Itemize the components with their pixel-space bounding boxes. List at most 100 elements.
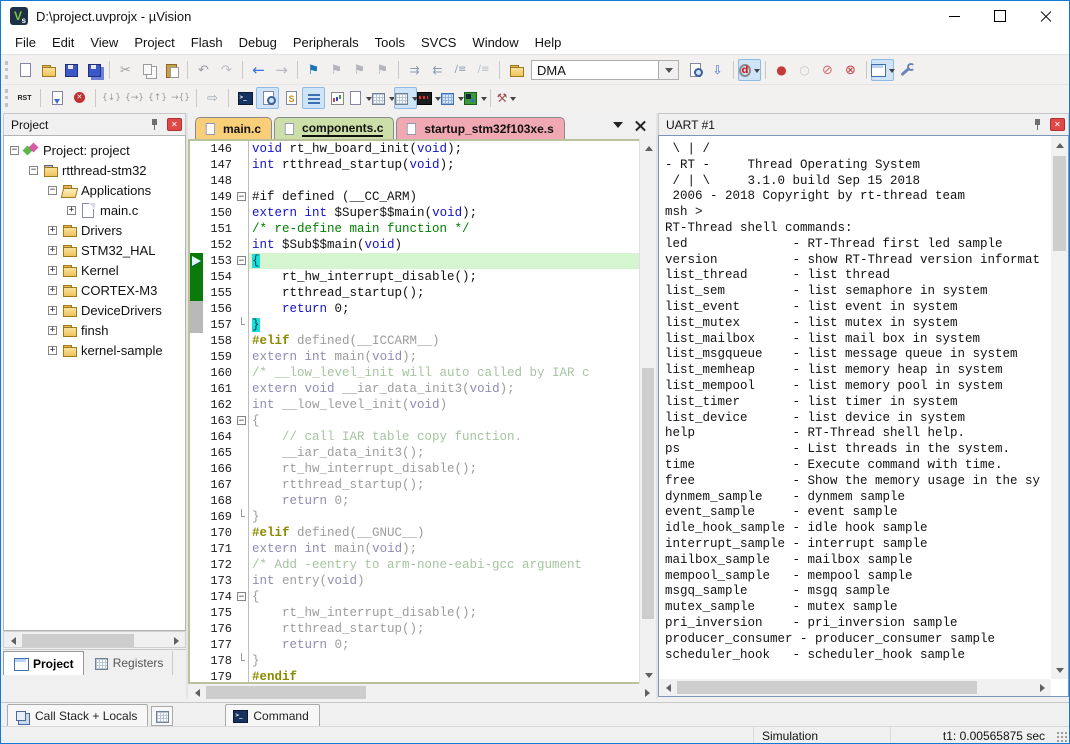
serial-window-button[interactable]	[302, 87, 325, 109]
system-viewer-button[interactable]	[440, 87, 463, 109]
minimize-button[interactable]	[931, 1, 977, 31]
toolbar-grip[interactable]	[5, 89, 8, 107]
disable-all-breakpoints-button[interactable]: ⊘	[816, 59, 839, 81]
breakpoint-margin[interactable]	[190, 413, 203, 429]
editor-hscrollbar[interactable]	[188, 684, 656, 701]
toolbar-grip[interactable]	[5, 61, 8, 79]
highlight-word-button[interactable]: d	[738, 59, 761, 81]
breakpoint-margin[interactable]	[190, 285, 203, 301]
expand-icon[interactable]: +	[67, 206, 76, 215]
open-file-button[interactable]	[36, 59, 59, 81]
tab-list-dropdown-icon[interactable]	[613, 122, 623, 133]
bookmark-toggle-button[interactable]: ⚑	[302, 59, 325, 81]
tree-item-stm32-hal[interactable]: +STM32_HAL	[4, 240, 185, 260]
breakpoint-margin[interactable]	[190, 269, 203, 285]
tab-call-stack-locals[interactable]: Call Stack + Locals	[7, 704, 148, 726]
unindent-button[interactable]: ⇇	[426, 59, 449, 81]
navigate-back-button[interactable]: ←	[247, 59, 270, 81]
breakpoint-margin[interactable]	[190, 509, 203, 525]
undo-button[interactable]: ↶	[192, 59, 215, 81]
search-combobox[interactable]: DMA	[531, 60, 679, 80]
bookmark-previous-button[interactable]: ⚑	[325, 59, 348, 81]
fold-margin[interactable]	[236, 445, 249, 461]
breakpoint-margin[interactable]	[190, 525, 203, 541]
tree-item-applications[interactable]: −Applications	[4, 180, 185, 200]
menu-window[interactable]: Window	[464, 32, 526, 53]
breakpoint-margin[interactable]	[190, 317, 203, 333]
breakpoint-margin[interactable]	[190, 221, 203, 237]
breakpoint-margin[interactable]	[190, 445, 203, 461]
fold-collapse-icon[interactable]: −	[237, 256, 246, 265]
tree-item-finsh[interactable]: +finsh	[4, 320, 185, 340]
breakpoint-margin[interactable]	[190, 621, 203, 637]
fold-margin[interactable]	[236, 525, 249, 541]
project-close-button[interactable]	[167, 118, 182, 131]
document-tab-main-c[interactable]: main.c	[195, 117, 272, 139]
bookmark-clear-all-button[interactable]: ⚑	[371, 59, 394, 81]
collapse-icon[interactable]: −	[48, 186, 57, 195]
disassembly-window-button[interactable]	[256, 87, 279, 109]
fold-margin[interactable]: −	[236, 189, 249, 205]
fold-margin[interactable]	[236, 269, 249, 285]
pin-icon[interactable]	[147, 117, 163, 133]
panel-tab-project[interactable]: Project	[3, 651, 84, 675]
menu-help[interactable]: Help	[527, 32, 570, 53]
breakpoint-margin[interactable]	[190, 157, 203, 173]
insert-remove-breakpoint-button[interactable]: ●	[770, 59, 793, 81]
run-button[interactable]	[45, 87, 68, 109]
breakpoint-margin[interactable]	[190, 381, 203, 397]
project-hscrollbar[interactable]	[3, 631, 186, 648]
bookmark-next-button[interactable]: ⚑	[348, 59, 371, 81]
fold-collapse-icon[interactable]: −	[237, 592, 246, 601]
step-button[interactable]: {↓}	[100, 87, 123, 109]
tree-item-drivers[interactable]: +Drivers	[4, 220, 185, 240]
run-to-cursor-button[interactable]: →{}	[169, 87, 192, 109]
breakpoint-margin[interactable]	[190, 573, 203, 589]
breakpoint-margin[interactable]	[190, 557, 203, 573]
fold-margin[interactable]	[236, 541, 249, 557]
breakpoint-margin[interactable]	[190, 669, 203, 684]
uart-vscrollbar[interactable]	[1051, 136, 1068, 679]
fold-margin[interactable]	[236, 429, 249, 445]
tree-item-devicedrivers[interactable]: +DeviceDrivers	[4, 300, 185, 320]
find-in-files-button[interactable]	[504, 59, 527, 81]
code-editor[interactable]: 146void rt_hw_board_init(void);147int rt…	[188, 139, 656, 684]
breakpoint-margin[interactable]	[190, 173, 203, 189]
breakpoint-margin[interactable]	[190, 605, 203, 621]
fold-margin[interactable]	[236, 653, 249, 669]
fold-margin[interactable]	[236, 205, 249, 221]
kill-all-breakpoints-button[interactable]: ⊗	[839, 59, 862, 81]
document-tab-startup-stm32f103xe-s[interactable]: startup_stm32f103xe.s	[396, 117, 564, 139]
fold-margin[interactable]	[236, 557, 249, 573]
enable-disable-breakpoint-button[interactable]: ○	[793, 59, 816, 81]
step-over-button[interactable]: {→}	[123, 87, 146, 109]
uart-terminal[interactable]: \ | /- RT - Thread Operating System / | …	[658, 135, 1069, 697]
save-all-button[interactable]	[82, 59, 105, 81]
fold-margin[interactable]	[236, 621, 249, 637]
fold-margin[interactable]	[236, 477, 249, 493]
maximize-button[interactable]	[977, 1, 1023, 31]
fold-margin[interactable]	[236, 157, 249, 173]
breakpoint-margin[interactable]	[190, 461, 203, 477]
fold-margin[interactable]	[236, 637, 249, 653]
expand-icon[interactable]: +	[48, 226, 57, 235]
memory-windows-button[interactable]	[371, 87, 394, 109]
fold-margin[interactable]	[236, 573, 249, 589]
fold-margin[interactable]: −	[236, 253, 249, 269]
incremental-find-button[interactable]: ⇩	[706, 59, 729, 81]
menu-peripherals[interactable]: Peripherals	[285, 32, 367, 53]
tree-item-rtthread-stm32[interactable]: −rtthread-stm32	[4, 160, 185, 180]
fold-margin[interactable]	[236, 285, 249, 301]
expand-icon[interactable]: +	[48, 246, 57, 255]
expand-icon[interactable]: +	[48, 266, 57, 275]
step-out-button[interactable]: {↑}	[146, 87, 169, 109]
menu-tools[interactable]: Tools	[367, 32, 413, 53]
breakpoint-margin[interactable]	[190, 397, 203, 413]
close-button[interactable]	[1023, 1, 1069, 31]
navigate-forward-button[interactable]: →	[270, 59, 293, 81]
indent-button[interactable]: ⇉	[403, 59, 426, 81]
uncomment-selection-button[interactable]: ∕≡	[472, 59, 495, 81]
fold-margin[interactable]	[236, 221, 249, 237]
expand-icon[interactable]: +	[48, 346, 57, 355]
collapse-icon[interactable]: −	[10, 146, 19, 155]
